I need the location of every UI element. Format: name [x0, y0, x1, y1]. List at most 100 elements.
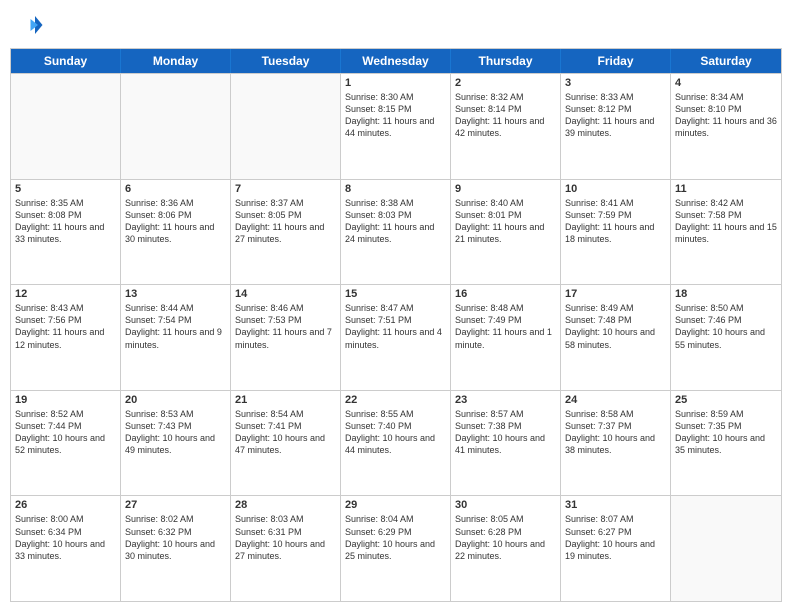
- day-cell-13: 13 Sunrise: 8:44 AMSunset: 7:54 PMDayligh…: [121, 285, 231, 390]
- header-day-saturday: Saturday: [671, 49, 781, 73]
- day-number: 11: [675, 183, 777, 195]
- day-cell-31: 31 Sunrise: 8:07 AMSunset: 6:27 PMDayligh…: [561, 496, 671, 601]
- day-cell-24: 24 Sunrise: 8:58 AMSunset: 7:37 PMDayligh…: [561, 391, 671, 496]
- day-cell-18: 18 Sunrise: 8:50 AMSunset: 7:46 PMDayligh…: [671, 285, 781, 390]
- empty-cell: [231, 74, 341, 179]
- day-number: 12: [15, 288, 116, 300]
- cell-info: Sunrise: 8:55 AMSunset: 7:40 PMDaylight:…: [345, 408, 446, 457]
- cell-info: Sunrise: 8:46 AMSunset: 7:53 PMDaylight:…: [235, 302, 336, 351]
- day-cell-4: 4Sunrise: 8:34 AMSunset: 8:10 PMDaylight…: [671, 74, 781, 179]
- header-day-tuesday: Tuesday: [231, 49, 341, 73]
- day-cell-14: 14 Sunrise: 8:46 AMSunset: 7:53 PMDayligh…: [231, 285, 341, 390]
- cell-info: Sunrise: 8:00 AMSunset: 6:34 PMDaylight:…: [15, 513, 116, 562]
- day-number: 2: [455, 77, 556, 89]
- day-cell-9: 9Sunrise: 8:40 AMSunset: 8:01 PMDaylight…: [451, 180, 561, 285]
- empty-cell: [671, 496, 781, 601]
- day-number: 29: [345, 499, 446, 511]
- day-cell-25: 25 Sunrise: 8:59 AMSunset: 7:35 PMDayligh…: [671, 391, 781, 496]
- calendar-row-3: 19 Sunrise: 8:52 AMSunset: 7:44 PMDayligh…: [11, 390, 781, 496]
- day-number: 10: [565, 183, 666, 195]
- day-cell-11: 11 Sunrise: 8:42 AMSunset: 7:58 PMDayligh…: [671, 180, 781, 285]
- day-number: 26: [15, 499, 116, 511]
- day-cell-28: 28Sunrise: 8:03 AMSunset: 6:31 PMDayligh…: [231, 496, 341, 601]
- day-number: 1: [345, 77, 446, 89]
- cell-info: Sunrise: 8:34 AMSunset: 8:10 PMDaylight:…: [675, 91, 777, 140]
- day-number: 21: [235, 394, 336, 406]
- header-day-wednesday: Wednesday: [341, 49, 451, 73]
- cell-info: Sunrise: 8:36 AMSunset: 8:06 PMDaylight:…: [125, 197, 226, 246]
- cell-info: Sunrise: 8:42 AMSunset: 7:58 PMDaylight:…: [675, 197, 777, 246]
- cell-info: Sunrise: 8:57 AMSunset: 7:38 PMDaylight:…: [455, 408, 556, 457]
- cell-info: Sunrise: 8:04 AMSunset: 6:29 PMDaylight:…: [345, 513, 446, 562]
- day-number: 6: [125, 183, 226, 195]
- cell-info: Sunrise: 8:59 AMSunset: 7:35 PMDaylight:…: [675, 408, 777, 457]
- cell-info: Sunrise: 8:33 AMSunset: 8:12 PMDaylight:…: [565, 91, 666, 140]
- day-number: 15: [345, 288, 446, 300]
- day-cell-27: 27 Sunrise: 8:02 AMSunset: 6:32 PMDayligh…: [121, 496, 231, 601]
- header-day-sunday: Sunday: [11, 49, 121, 73]
- day-cell-22: 22 Sunrise: 8:55 AMSunset: 7:40 PMDayligh…: [341, 391, 451, 496]
- cell-info: Sunrise: 8:43 AMSunset: 7:56 PMDaylight:…: [15, 302, 116, 351]
- day-cell-2: 2Sunrise: 8:32 AMSunset: 8:14 PMDaylight…: [451, 74, 561, 179]
- day-cell-12: 12 Sunrise: 8:43 AMSunset: 7:56 PMDayligh…: [11, 285, 121, 390]
- day-cell-19: 19 Sunrise: 8:52 AMSunset: 7:44 PMDayligh…: [11, 391, 121, 496]
- day-cell-5: 5 Sunrise: 8:35 AMSunset: 8:08 PMDaylight…: [11, 180, 121, 285]
- day-cell-26: 26 Sunrise: 8:00 AMSunset: 6:34 PMDayligh…: [11, 496, 121, 601]
- cell-info: Sunrise: 8:05 AMSunset: 6:28 PMDaylight:…: [455, 513, 556, 562]
- day-number: 25: [675, 394, 777, 406]
- day-number: 31: [565, 499, 666, 511]
- cell-info: Sunrise: 8:58 AMSunset: 7:37 PMDaylight:…: [565, 408, 666, 457]
- logo-icon: [14, 10, 44, 40]
- day-number: 14: [235, 288, 336, 300]
- day-cell-30: 30 Sunrise: 8:05 AMSunset: 6:28 PMDayligh…: [451, 496, 561, 601]
- cell-info: Sunrise: 8:02 AMSunset: 6:32 PMDaylight:…: [125, 513, 226, 562]
- day-number: 16: [455, 288, 556, 300]
- cell-info: Sunrise: 8:38 AMSunset: 8:03 PMDaylight:…: [345, 197, 446, 246]
- day-number: 19: [15, 394, 116, 406]
- day-number: 30: [455, 499, 556, 511]
- day-number: 17: [565, 288, 666, 300]
- calendar: SundayMondayTuesdayWednesdayThursdayFrid…: [10, 48, 782, 602]
- header-day-monday: Monday: [121, 49, 231, 73]
- header-day-thursday: Thursday: [451, 49, 561, 73]
- day-cell-15: 15 Sunrise: 8:47 AMSunset: 7:51 PMDayligh…: [341, 285, 451, 390]
- header: [10, 10, 782, 40]
- day-number: 3: [565, 77, 666, 89]
- day-number: 27: [125, 499, 226, 511]
- cell-info: Sunrise: 8:41 AMSunset: 7:59 PMDaylight:…: [565, 197, 666, 246]
- day-cell-3: 3 Sunrise: 8:33 AMSunset: 8:12 PMDaylight…: [561, 74, 671, 179]
- day-cell-20: 20Sunrise: 8:53 AMSunset: 7:43 PMDayligh…: [121, 391, 231, 496]
- day-number: 24: [565, 394, 666, 406]
- cell-info: Sunrise: 8:53 AMSunset: 7:43 PMDaylight:…: [125, 408, 226, 457]
- cell-info: Sunrise: 8:37 AMSunset: 8:05 PMDaylight:…: [235, 197, 336, 246]
- day-number: 18: [675, 288, 777, 300]
- cell-info: Sunrise: 8:52 AMSunset: 7:44 PMDaylight:…: [15, 408, 116, 457]
- cell-info: Sunrise: 8:07 AMSunset: 6:27 PMDaylight:…: [565, 513, 666, 562]
- calendar-row-2: 12 Sunrise: 8:43 AMSunset: 7:56 PMDayligh…: [11, 284, 781, 390]
- empty-cell: [121, 74, 231, 179]
- header-day-friday: Friday: [561, 49, 671, 73]
- page: SundayMondayTuesdayWednesdayThursdayFrid…: [0, 0, 792, 612]
- cell-info: Sunrise: 8:44 AMSunset: 7:54 PMDaylight:…: [125, 302, 226, 351]
- day-cell-23: 23 Sunrise: 8:57 AMSunset: 7:38 PMDayligh…: [451, 391, 561, 496]
- day-number: 13: [125, 288, 226, 300]
- day-cell-6: 6 Sunrise: 8:36 AMSunset: 8:06 PMDaylight…: [121, 180, 231, 285]
- day-number: 28: [235, 499, 336, 511]
- cell-info: Sunrise: 8:54 AMSunset: 7:41 PMDaylight:…: [235, 408, 336, 457]
- day-number: 9: [455, 183, 556, 195]
- cell-info: Sunrise: 8:35 AMSunset: 8:08 PMDaylight:…: [15, 197, 116, 246]
- calendar-row-0: 1 Sunrise: 8:30 AMSunset: 8:15 PMDaylight…: [11, 73, 781, 179]
- day-cell-17: 17Sunrise: 8:49 AMSunset: 7:48 PMDayligh…: [561, 285, 671, 390]
- day-cell-29: 29 Sunrise: 8:04 AMSunset: 6:29 PMDayligh…: [341, 496, 451, 601]
- cell-info: Sunrise: 8:47 AMSunset: 7:51 PMDaylight:…: [345, 302, 446, 351]
- day-cell-21: 21 Sunrise: 8:54 AMSunset: 7:41 PMDayligh…: [231, 391, 341, 496]
- cell-info: Sunrise: 8:48 AMSunset: 7:49 PMDaylight:…: [455, 302, 556, 351]
- day-number: 23: [455, 394, 556, 406]
- day-number: 22: [345, 394, 446, 406]
- day-number: 5: [15, 183, 116, 195]
- day-cell-7: 7Sunrise: 8:37 AMSunset: 8:05 PMDaylight…: [231, 180, 341, 285]
- cell-info: Sunrise: 8:50 AMSunset: 7:46 PMDaylight:…: [675, 302, 777, 351]
- cell-info: Sunrise: 8:30 AMSunset: 8:15 PMDaylight:…: [345, 91, 446, 140]
- logo: [14, 10, 48, 40]
- calendar-row-1: 5 Sunrise: 8:35 AMSunset: 8:08 PMDaylight…: [11, 179, 781, 285]
